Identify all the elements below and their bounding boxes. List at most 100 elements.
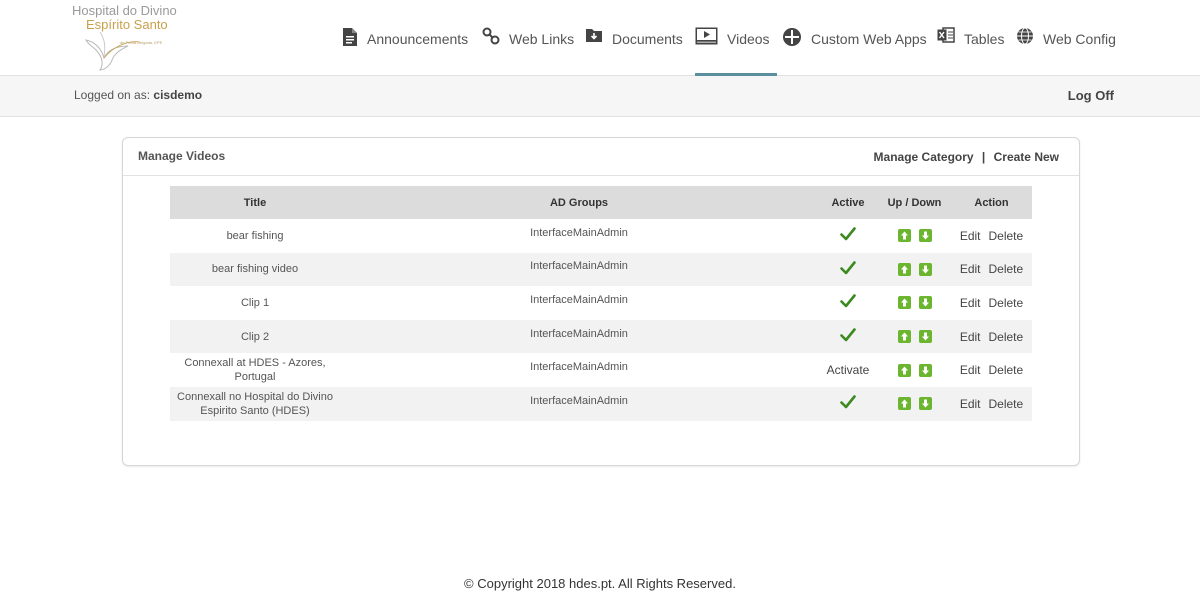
delete-link[interactable]: Delete [989, 330, 1024, 344]
globe-icon [1016, 27, 1034, 48]
manage-category-link[interactable]: Manage Category [874, 150, 974, 164]
top-header: Hospital do Divino Espírito Santo de Pon… [0, 0, 1200, 77]
manage-videos-panel: Manage Videos Manage Category | Create N… [122, 137, 1080, 466]
create-new-link[interactable]: Create New [994, 150, 1059, 164]
nav-videos[interactable]: Videos [695, 0, 777, 77]
main-nav: Announcements Web Links Documents Videos… [0, 0, 1200, 77]
up-down-cell [878, 353, 951, 387]
edit-link[interactable]: Edit [960, 363, 981, 377]
video-ad-groups: InterfaceMainAdmin [530, 226, 628, 239]
video-ad-groups: InterfaceMainAdmin [530, 293, 628, 306]
edit-link[interactable]: Edit [960, 330, 981, 344]
nav-tables[interactable]: Tables [937, 0, 1004, 76]
nav-documents-label: Documents [612, 31, 683, 47]
edit-link[interactable]: Edit [960, 397, 981, 411]
nav-web-links[interactable]: Web Links [482, 0, 574, 76]
nav-web-links-label: Web Links [509, 31, 575, 47]
checkmark-icon [840, 294, 856, 311]
move-up-icon[interactable] [897, 262, 911, 276]
videos-table: Title AD Groups Active Up / Down Action … [170, 186, 1032, 421]
video-title: Connexall no Hospital do Divino Espirito… [170, 386, 340, 421]
video-ad-groups: InterfaceMainAdmin [530, 361, 628, 374]
action-cell: Edit Delete [951, 252, 1032, 287]
action-cell: Edit Delete [951, 386, 1032, 421]
delete-link[interactable]: Delete [989, 363, 1024, 377]
table-row: Connexall at HDES - Azores, Portugal Inte… [170, 353, 1032, 387]
move-down-icon[interactable] [918, 262, 932, 276]
delete-link[interactable]: Delete [989, 397, 1024, 411]
link-separator: | [981, 150, 986, 164]
logged-on-text: Logged on as: cisdemo [74, 88, 202, 102]
table-row: bear fishing InterfaceMainAdmin Edit Delete [170, 219, 1032, 253]
excel-icon [937, 27, 955, 46]
checkmark-icon [840, 261, 856, 278]
move-up-icon[interactable] [897, 296, 911, 310]
move-up-icon[interactable] [897, 330, 911, 344]
header-ad-groups: AD Groups [340, 186, 818, 219]
active-cell [818, 319, 878, 354]
checkmark-icon [840, 227, 856, 244]
video-title: bear fishing [226, 229, 284, 242]
edit-link[interactable]: Edit [960, 262, 981, 276]
video-ad-groups: InterfaceMainAdmin [340, 386, 818, 421]
nav-announcements[interactable]: Announcements [342, 0, 468, 76]
up-down-cell [878, 319, 951, 354]
nav-custom-web-apps[interactable]: Custom Web Apps [782, 0, 927, 76]
active-cell [818, 252, 878, 287]
activate-link[interactable]: Activate [827, 363, 870, 377]
table-row: Connexall no Hospital do Divino Espirito… [170, 386, 1032, 421]
video-title: Clip 2 [170, 319, 340, 354]
move-down-icon[interactable] [918, 397, 932, 411]
action-cell: Edit Delete [951, 353, 1032, 387]
panel-links: Manage Category | Create New [874, 150, 1059, 164]
nav-videos-label: Videos [727, 31, 770, 47]
delete-link[interactable]: Delete [989, 229, 1024, 243]
up-down-cell [878, 252, 951, 287]
link-icon [482, 27, 500, 48]
header-action: Action [951, 186, 1032, 219]
nav-web-config[interactable]: Web Config [1016, 0, 1116, 76]
header-title: Title [170, 186, 340, 219]
header-up-down: Up / Down [878, 186, 951, 219]
session-bar: Logged on as: cisdemo Log Off [0, 76, 1200, 117]
move-down-icon[interactable] [918, 330, 932, 344]
table-body: bear fishing InterfaceMainAdmin Edit Delete… [170, 219, 1032, 421]
action-cell: Edit Delete [951, 286, 1032, 320]
grid-circle-icon [782, 27, 802, 50]
username: cisdemo [153, 88, 203, 102]
video-ad-groups: InterfaceMainAdmin [340, 319, 818, 354]
nav-web-config-label: Web Config [1043, 31, 1116, 47]
move-down-icon[interactable] [918, 229, 932, 243]
video-title: bear fishing video [170, 252, 340, 287]
move-down-icon[interactable] [918, 296, 932, 310]
delete-link[interactable]: Delete [989, 262, 1024, 276]
table-row: Clip 1 InterfaceMainAdmin Edit Delete [170, 286, 1032, 320]
nav-documents[interactable]: Documents [585, 0, 683, 76]
folder-download-icon [585, 27, 603, 46]
move-down-icon[interactable] [918, 363, 932, 377]
video-player-icon [695, 27, 718, 48]
nav-custom-web-apps-label: Custom Web Apps [811, 31, 927, 47]
edit-link[interactable]: Edit [960, 229, 981, 243]
video-ad-groups: InterfaceMainAdmin [340, 252, 818, 287]
active-cell [818, 286, 878, 320]
up-down-cell [878, 286, 951, 320]
delete-link[interactable]: Delete [989, 296, 1024, 310]
edit-link[interactable]: Edit [960, 296, 981, 310]
action-cell: Edit Delete [951, 319, 1032, 354]
move-up-icon[interactable] [897, 229, 911, 243]
move-up-icon[interactable] [897, 363, 911, 377]
panel-header: Manage Videos Manage Category | Create N… [123, 138, 1079, 176]
up-down-cell [878, 386, 951, 421]
active-cell [818, 219, 878, 253]
document-icon [342, 27, 358, 50]
table-row: bear fishing video InterfaceMainAdmin Edit… [170, 252, 1032, 287]
video-title: Connexall at HDES - Azores, Portugal [184, 357, 326, 384]
active-cell: Activate [818, 353, 878, 387]
log-off-link[interactable]: Log Off [1068, 88, 1114, 103]
up-down-cell [878, 219, 951, 253]
video-title: Clip 1 [240, 296, 270, 309]
panel-title: Manage Videos [138, 149, 226, 163]
move-up-icon[interactable] [897, 397, 911, 411]
logged-prefix: Logged on as: [74, 88, 151, 102]
